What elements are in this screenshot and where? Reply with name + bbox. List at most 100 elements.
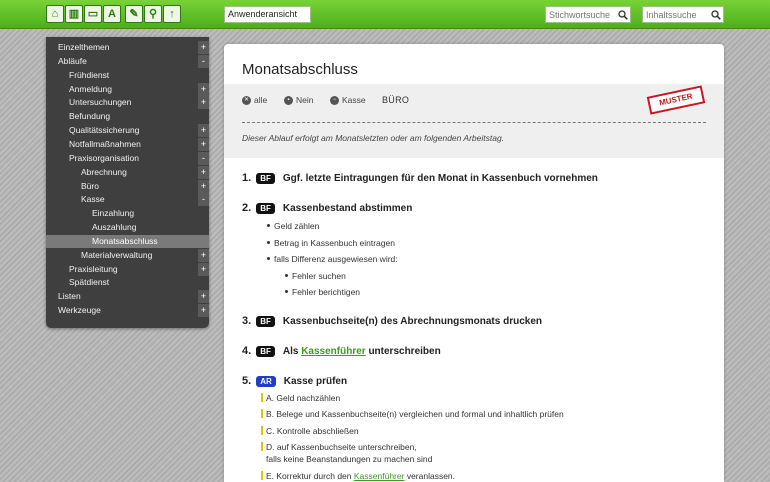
sidebar-item-label: Praxisleitung [69, 263, 118, 274]
upload-icon[interactable]: ↑ [163, 5, 181, 23]
view-select[interactable]: Anwenderansicht [224, 6, 311, 23]
badge-bf: BF [256, 172, 275, 184]
list-item: A. Geld nachzählen [261, 392, 340, 404]
description: Dieser Ablauf erfolgt am Monatsletzten o… [242, 133, 505, 143]
expand-icon[interactable]: + [198, 290, 209, 304]
sidebar-item-label: Frühdienst [69, 69, 110, 80]
step-2: 2. BF Kassenbestand abstimmen [242, 202, 413, 214]
sidebar-item-label: Qualitätssicherung [69, 125, 140, 136]
filter-kasse[interactable]: − Kasse [330, 95, 366, 105]
sidebar-item[interactable]: Kasse - [46, 193, 209, 207]
filter-alle[interactable]: ✕ alle [242, 95, 267, 105]
sidebar-item-label: Materialverwaltung [81, 249, 153, 260]
sidebar-item[interactable]: Listen + [46, 290, 209, 304]
sidebar-item-label: Notfallmaßnahmen [69, 138, 141, 149]
view-select-value: Anwenderansicht [228, 9, 298, 19]
search-icon[interactable] [615, 7, 630, 22]
sidebar-item[interactable]: Anmeldung + [46, 82, 209, 96]
expand-icon[interactable]: + [198, 96, 209, 110]
expand-icon[interactable]: + [198, 137, 209, 151]
sidebar-item-label: Listen [58, 291, 81, 302]
sidebar-item-label: Büro [81, 180, 99, 191]
pin-icon[interactable]: ⚲ [144, 5, 162, 23]
list-item: falls Differenz ausgewiesen wird: [267, 254, 398, 264]
content-panel: Monatsabschluss ✕ alle ▪ Nein − Kasse BÜ… [224, 44, 724, 482]
sidebar-item-label: Einzahlung [92, 208, 135, 219]
expand-icon[interactable]: + [198, 179, 209, 193]
kassenfuehrer-link[interactable]: Kassenführer [301, 346, 365, 357]
kassenfuehrer-link[interactable]: Kassenführer [354, 471, 405, 481]
expand-icon[interactable]: + [198, 41, 209, 54]
content-search-input[interactable] [643, 7, 706, 22]
divider [242, 122, 706, 123]
list-item: D. auf Kassenbuchseite unterschreiben, fa… [261, 441, 432, 465]
badge-ar: AR [256, 375, 276, 387]
list-item: E. Korrektur durch den Kassenführer vera… [261, 470, 455, 482]
sidebar-item-label: Werkzeuge [58, 305, 101, 316]
sidebar-item-label: Auszahlung [92, 222, 137, 233]
expand-icon[interactable]: + [198, 304, 209, 318]
expand-icon[interactable]: + [198, 248, 209, 262]
list-item: Betrag in Kassenbuch eintragen [267, 238, 395, 248]
expand-icon[interactable]: + [198, 165, 209, 179]
collapse-icon[interactable]: - [198, 54, 209, 68]
sidebar-item[interactable]: Einzahlung [46, 207, 209, 220]
sidebar-item[interactable]: Auszahlung [46, 221, 209, 234]
step-5: 5. AR Kasse prüfen [242, 375, 348, 387]
badge-bf: BF [256, 345, 275, 357]
sidebar-item[interactable]: Abrechnung + [46, 165, 209, 179]
all-icon: ✕ [242, 95, 251, 105]
list-item: C. Kontrolle abschließen [261, 425, 359, 437]
sidebar-item[interactable]: Abläufe - [46, 54, 209, 68]
sidebar-item[interactable]: Materialverwaltung + [46, 248, 209, 262]
collapse-icon[interactable]: - [198, 151, 209, 165]
badge-bf: BF [256, 315, 275, 327]
sidebar-item[interactable]: Einzelthemen + [46, 41, 209, 54]
sidebar-item[interactable]: Frühdienst [46, 69, 209, 82]
page-title: Monatsabschluss [242, 61, 358, 78]
window-icon[interactable]: ▭ [84, 5, 102, 23]
list-item: Fehler suchen [285, 271, 346, 281]
sidebar-item[interactable]: Monatsabschluss [46, 234, 209, 248]
filter-buero[interactable]: BÜRO [382, 95, 409, 105]
sidebar-item[interactable]: Spätdienst [46, 276, 209, 289]
badge-bf: BF [256, 202, 275, 214]
step-4: 4. BF Als Kassenführer unterschreiben [242, 345, 441, 357]
sidebar-item[interactable]: Befundung [46, 110, 209, 123]
book-icon[interactable]: ▥ [65, 5, 83, 23]
sidebar-item-label: Praxisorganisation [69, 152, 139, 163]
sidebar-item[interactable]: Notfallmaßnahmen + [46, 137, 209, 151]
edit-icon[interactable]: ✎ [125, 5, 143, 23]
expand-icon[interactable]: + [198, 82, 209, 96]
sidebar-item-label: Anmeldung [69, 83, 113, 94]
content-search [642, 6, 724, 23]
lock-icon: ▪ [284, 95, 293, 105]
sidebar-item-label: Einzelthemen [58, 42, 110, 52]
home-icon[interactable]: ⌂ [46, 5, 64, 23]
step-3: 3. BF Kassenbuchseite(n) des Abrechnungs… [242, 315, 542, 327]
list-item: Geld zählen [267, 221, 319, 231]
sidebar-item[interactable]: Praxisorganisation - [46, 151, 209, 165]
expand-icon[interactable]: + [198, 262, 209, 276]
sidebar-item-label: Untersuchungen [69, 97, 132, 108]
sidebar-item-label: Abläufe [58, 55, 87, 66]
collapse-icon[interactable]: - [198, 193, 209, 207]
font-icon[interactable]: A [103, 5, 121, 23]
sidebar-item-label: Abrechnung [81, 166, 127, 177]
filter-nein[interactable]: ▪ Nein [284, 95, 313, 105]
expand-icon[interactable]: + [198, 124, 209, 138]
keyword-search [545, 6, 631, 23]
step-1: 1. BF Ggf. letzte Eintragungen für den M… [242, 172, 598, 184]
sidebar-item[interactable]: Qualitätssicherung + [46, 124, 209, 138]
keyword-search-input[interactable] [546, 7, 613, 22]
sidebar-item[interactable]: Büro + [46, 179, 209, 193]
sidebar-item[interactable]: Untersuchungen + [46, 96, 209, 110]
top-toolbar: ⌂ ▥ ▭ A ✎ ⚲ ↑ Anwenderansicht [0, 0, 770, 29]
sidebar-item-label: Befundung [69, 111, 111, 122]
sidebar-item[interactable]: Werkzeuge + [46, 304, 209, 318]
sidebar-item-label: Monatsabschluss [92, 235, 158, 246]
minus-icon: − [330, 95, 339, 105]
sidebar-item-label: Spätdienst [69, 277, 110, 288]
search-icon[interactable] [708, 7, 723, 22]
sidebar-item[interactable]: Praxisleitung + [46, 262, 209, 276]
